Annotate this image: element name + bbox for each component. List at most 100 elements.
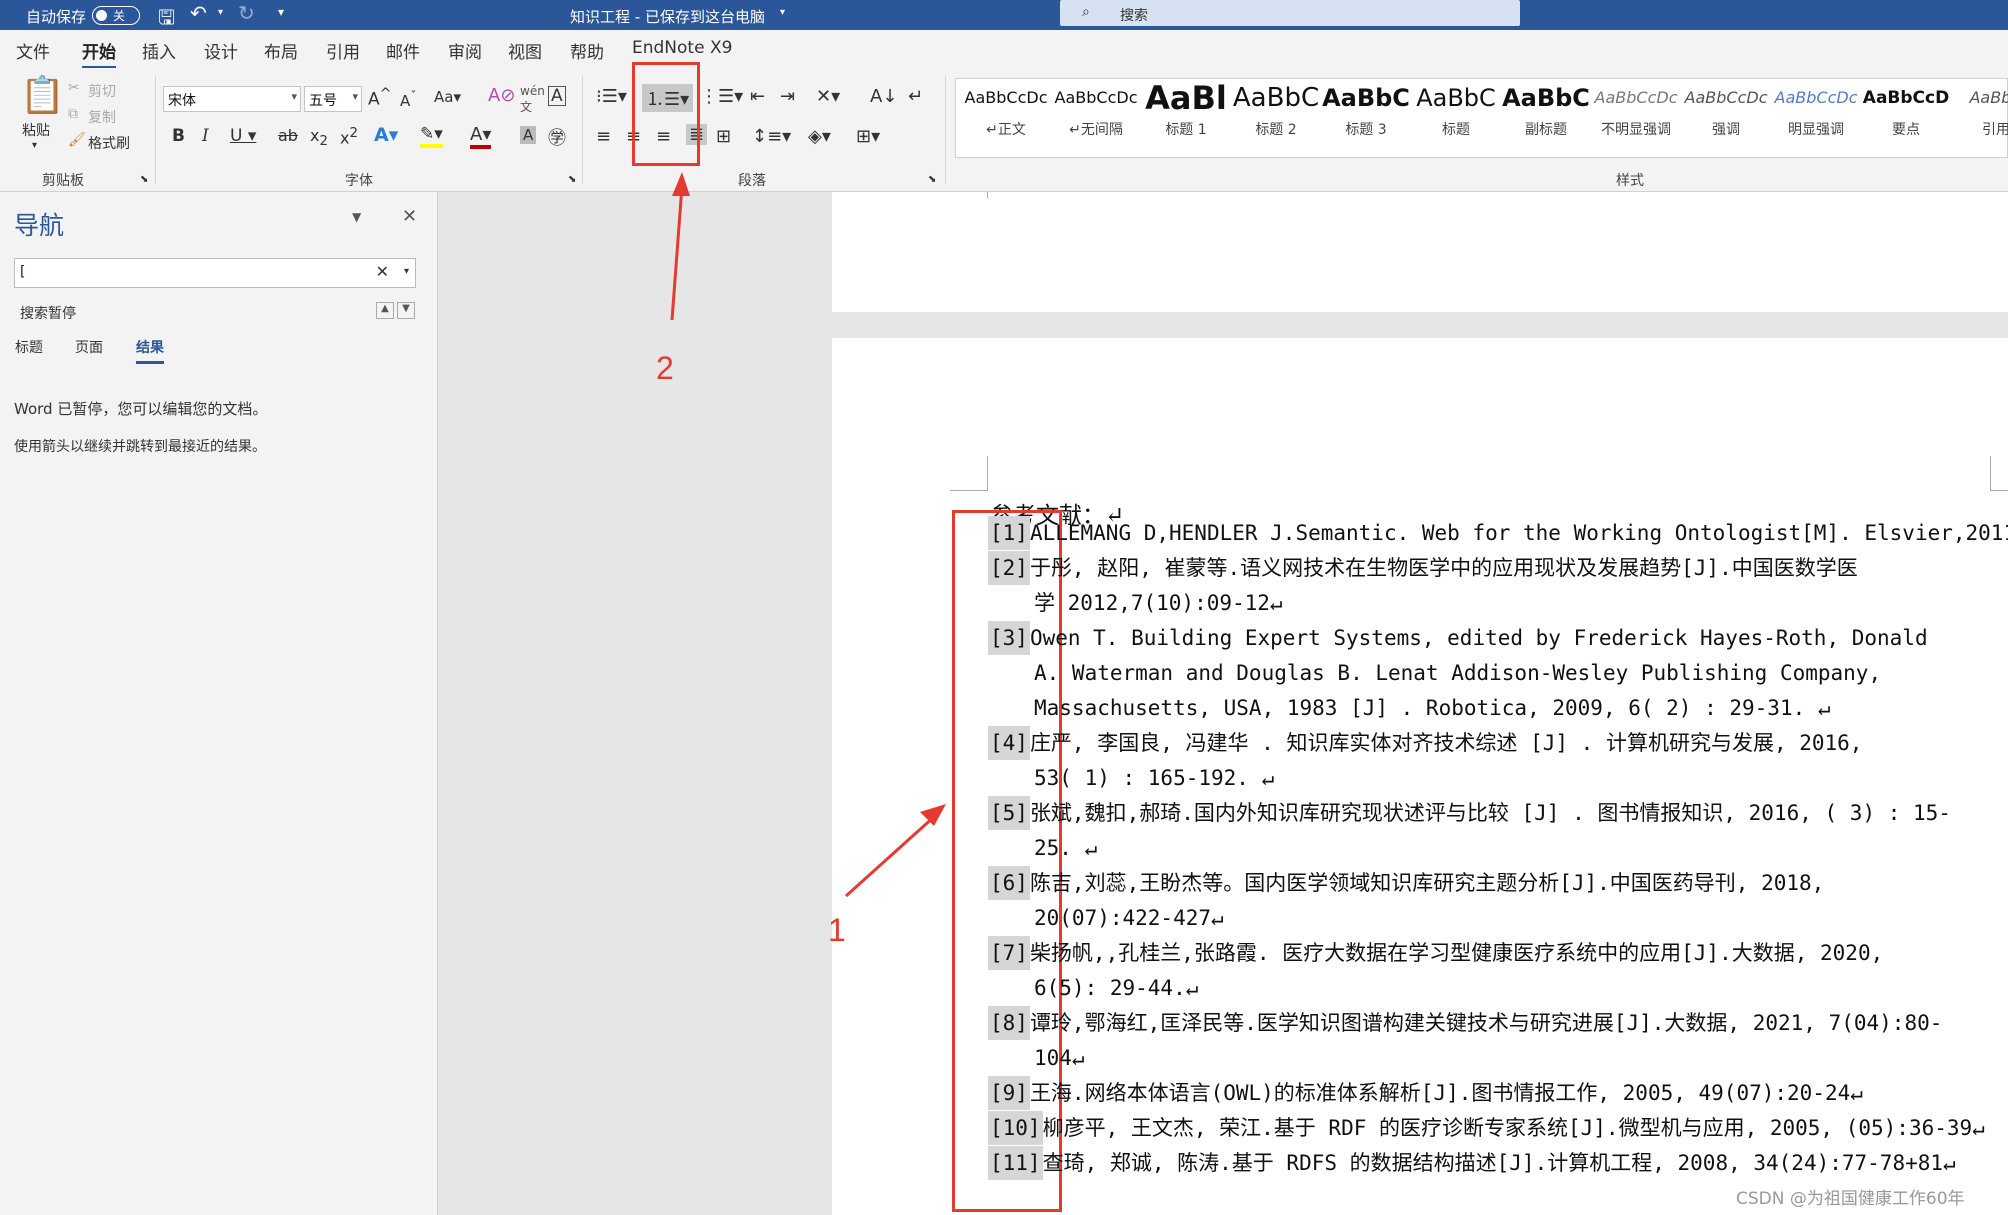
reference-continuation[interactable]: 104↵	[988, 1041, 1988, 1075]
paste-dropdown-icon[interactable]: ▾	[32, 140, 37, 151]
cut-icon[interactable]: ✂	[68, 80, 80, 96]
format-painter-button[interactable]: 格式刷	[88, 133, 130, 153]
document-page[interactable]	[832, 192, 2008, 312]
copy-button[interactable]: 复制	[88, 107, 116, 127]
reference-item[interactable]: [10]柳彦平, 王文杰, 荣江.基于 RDF 的医疗诊断专家系统[J].微型机…	[988, 1111, 1988, 1145]
change-case-icon[interactable]: Aa▾	[434, 88, 461, 106]
tab-home[interactable]: 开始	[82, 38, 116, 69]
italic-icon[interactable]: I	[202, 126, 209, 146]
reference-continuation[interactable]: 6(5): 29-44.↵	[988, 971, 1988, 1005]
subscript-icon[interactable]: x2	[310, 126, 328, 149]
style-item-5[interactable]: AaBbC 标题 3	[1322, 81, 1410, 139]
reference-number[interactable]: [11]	[988, 1146, 1043, 1180]
cut-button[interactable]: 剪切	[88, 81, 116, 101]
close-icon[interactable]: ✕	[402, 206, 417, 227]
reference-item[interactable]: [5]张斌,魏扣,郝琦.国内外知识库研究现状述评与比较 [J] . 图书情报知识…	[988, 796, 1988, 830]
undo-icon[interactable]: ↶	[190, 1, 207, 25]
character-shading-icon[interactable]: A	[520, 126, 537, 144]
style-item-11[interactable]: AaBbCcD 要点	[1862, 81, 1950, 139]
reference-item[interactable]: [9]王海.网络本体语言(OWL)的标准体系解析[J].图书情报工作, 2005…	[988, 1076, 1988, 1110]
nav-tab-pages[interactable]: 页面	[75, 337, 103, 357]
character-border-icon[interactable]: A	[548, 86, 566, 106]
shrink-font-icon[interactable]: Aˇ	[400, 88, 417, 110]
reference-continuation[interactable]: 学 2012,7(10):09-12↵	[988, 586, 1988, 620]
chinese-layout-icon[interactable]: ✕▾	[816, 86, 840, 107]
reference-item[interactable]: [8]谭玲,鄂海红,匡泽民等.医学知识图谱构建关键技术与研究进展[J].大数据,…	[988, 1006, 1988, 1040]
font-name-select[interactable]: 宋体 ▾	[163, 86, 301, 112]
redo-icon[interactable]: ↻	[238, 1, 255, 25]
grow-font-icon[interactable]: A^	[368, 86, 392, 110]
tab-references[interactable]: 引用	[326, 38, 360, 63]
clear-formatting-icon[interactable]: A⊘	[488, 85, 515, 106]
reference-continuation[interactable]: 25. ↵	[988, 831, 1988, 865]
previous-result-icon[interactable]: ▲	[376, 302, 394, 319]
superscript-icon[interactable]: x2	[340, 126, 358, 147]
font-size-select[interactable]: 五号 ▾	[304, 86, 362, 112]
reference-item[interactable]: [1]ALLEMANG D,HENDLER J.Semantic. Web fo…	[988, 516, 2008, 550]
undo-dropdown-icon[interactable]: ▾	[218, 7, 223, 18]
style-item-1[interactable]: AaBbCcDc ↵正文	[962, 81, 1050, 139]
search-options-icon[interactable]: ▾	[404, 266, 409, 277]
tab-file[interactable]: 文件	[16, 38, 50, 63]
bullets-icon[interactable]: ⁝☰▾	[596, 86, 627, 107]
autosave-toggle[interactable]: 关	[92, 6, 140, 25]
paragraph-launcher-icon[interactable]: ⬊	[928, 174, 936, 185]
text-effects-icon[interactable]: A▾	[374, 124, 398, 146]
style-item-4[interactable]: AaBbC 标题 2	[1232, 81, 1320, 139]
nav-tab-headings[interactable]: 标题	[15, 337, 43, 357]
align-left-icon[interactable]: ≡	[596, 126, 611, 147]
reference-number[interactable]: [2]	[988, 551, 1030, 585]
reference-continuation[interactable]: Massachusetts, USA, 1983 [J] . Robotica,…	[988, 691, 1988, 725]
reference-item[interactable]: [7]柴扬帆,,孔桂兰,张路霞. 医疗大数据在学习型健康医疗系统中的应用[J].…	[988, 936, 1988, 970]
bold-icon[interactable]: B	[172, 126, 185, 146]
reference-number[interactable]: [1]	[988, 516, 1030, 550]
title-dropdown-icon[interactable]: ▾	[780, 7, 785, 18]
reference-item[interactable]: [6]陈吉,刘蕊,王盼杰等。国内医学领域知识库研究主题分析[J].中国医药导刊,…	[988, 866, 1988, 900]
style-item-12[interactable]: AaBbC 引用	[1952, 81, 2008, 139]
copy-icon[interactable]: ⧉	[68, 106, 78, 122]
multilevel-list-icon[interactable]: ⋮☰▾	[700, 86, 743, 107]
reference-continuation[interactable]: A. Waterman and Douglas B. Lenat Addison…	[988, 656, 1988, 690]
reference-continuation[interactable]: 53( 1) : 165-192. ↵	[988, 761, 1988, 795]
search-box[interactable]: ⌕ 搜索	[1060, 0, 1520, 26]
show-marks-icon[interactable]: ↵	[908, 86, 923, 107]
style-item-10[interactable]: AaBbCcDc 明显强调	[1772, 81, 1860, 139]
underline-icon[interactable]: U ▾	[230, 126, 256, 146]
style-item-3[interactable]: AaBl 标题 1	[1142, 81, 1230, 139]
tab-help[interactable]: 帮助	[570, 38, 604, 63]
clipboard-launcher-icon[interactable]: ⬊	[140, 174, 148, 185]
reference-continuation[interactable]: 20(07):422-427↵	[988, 901, 1988, 935]
style-item-9[interactable]: AaBbCcDc 强调	[1682, 81, 1770, 139]
style-item-8[interactable]: AaBbCcDc 不明显强调	[1592, 81, 1680, 139]
line-spacing-icon[interactable]: ↕≡▾	[752, 126, 791, 147]
enclose-character-icon[interactable]: ㊫	[548, 124, 566, 150]
reference-number[interactable]: [6]	[988, 866, 1030, 900]
phonetic-guide-icon[interactable]: wén 文	[520, 84, 545, 115]
borders-icon[interactable]: ⊞▾	[856, 126, 880, 147]
sort-icon[interactable]: A↓	[870, 86, 897, 107]
paste-icon[interactable]: 📋	[20, 74, 65, 116]
next-result-icon[interactable]: ▼	[397, 302, 415, 319]
distributed-icon[interactable]: ⊞	[716, 126, 731, 147]
customize-qat-icon[interactable]: ▾	[278, 5, 284, 19]
style-item-6[interactable]: AaBbC 标题	[1412, 81, 1500, 139]
paste-button[interactable]: 粘贴	[22, 120, 50, 140]
reference-number[interactable]: [8]	[988, 1006, 1030, 1040]
format-painter-icon[interactable]: 🖌	[68, 132, 86, 148]
reference-number[interactable]: [7]	[988, 936, 1030, 970]
reference-number[interactable]: [5]	[988, 796, 1030, 830]
document-title[interactable]: 知识工程 - 已保存到这台电脑	[570, 6, 765, 27]
tab-layout[interactable]: 布局	[264, 38, 298, 63]
tab-design[interactable]: 设计	[204, 38, 238, 63]
font-launcher-icon[interactable]: ⬊	[568, 174, 576, 185]
nav-search-input[interactable]: [ ✕ ▾	[14, 258, 416, 288]
reference-item[interactable]: [3]Owen T. Building Expert Systems, edit…	[988, 621, 1988, 655]
shading-icon[interactable]: ◈▾	[808, 126, 831, 147]
reference-number[interactable]: [10]	[988, 1111, 1043, 1145]
style-item-2[interactable]: AaBbCcDc ↵无间隔	[1052, 81, 1140, 139]
decrease-indent-icon[interactable]: ⇤	[750, 86, 765, 107]
reference-item[interactable]: [4]庄严, 李国良, 冯建华 . 知识库实体对齐技术综述 [J] . 计算机研…	[988, 726, 1988, 760]
reference-number[interactable]: [3]	[988, 621, 1030, 655]
tab-review[interactable]: 审阅	[448, 38, 482, 63]
increase-indent-icon[interactable]: ⇥	[780, 86, 795, 107]
